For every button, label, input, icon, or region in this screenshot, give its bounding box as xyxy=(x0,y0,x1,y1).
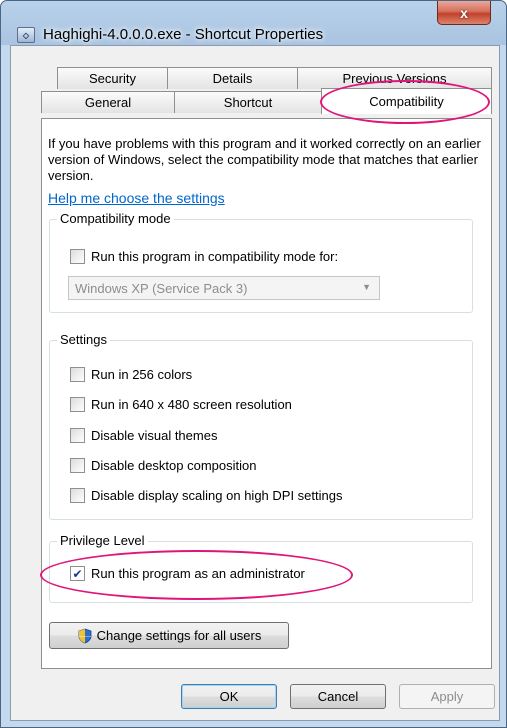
ok-button[interactable]: OK xyxy=(181,684,277,709)
compat-mode-checkbox-row[interactable]: Run this program in compatibility mode f… xyxy=(70,249,338,264)
tab-compatibility[interactable]: Compatibility xyxy=(321,88,492,114)
compat-mode-checkbox[interactable] xyxy=(70,249,85,264)
setting-row[interactable]: Run in 640 x 480 screen resolution xyxy=(70,397,292,412)
setting-row[interactable]: Disable desktop composition xyxy=(70,458,256,473)
window-title: Haghighi-4.0.0.0.exe - Shortcut Properti… xyxy=(43,26,324,43)
admin-checkbox-row[interactable]: ✔ Run this program as an administrator xyxy=(70,566,305,581)
admin-checkbox[interactable]: ✔ xyxy=(70,566,85,581)
setting-label: Disable display scaling on high DPI sett… xyxy=(91,488,343,503)
setting-label: Disable visual themes xyxy=(91,428,218,443)
intro-text: If you have problems with this program a… xyxy=(48,136,481,183)
tab-security[interactable]: Security xyxy=(57,67,168,89)
app-icon: ◇ xyxy=(17,27,35,43)
tab-shortcut[interactable]: Shortcut xyxy=(174,91,322,113)
apply-button[interactable]: Apply xyxy=(399,684,495,709)
setting-row[interactable]: Run in 256 colors xyxy=(70,367,192,382)
cancel-button[interactable]: Cancel xyxy=(290,684,386,709)
check-icon: ✔ xyxy=(72,566,83,581)
setting-checkbox[interactable] xyxy=(70,458,85,473)
settings-label: Settings xyxy=(57,332,110,347)
setting-checkbox[interactable] xyxy=(70,488,85,503)
tab-general[interactable]: General xyxy=(41,91,175,113)
change-all-users-label: Change settings for all users xyxy=(96,628,262,643)
admin-checkbox-label: Run this program as an administrator xyxy=(91,566,305,581)
setting-checkbox[interactable] xyxy=(70,428,85,443)
shield-icon xyxy=(78,628,92,643)
tab-details[interactable]: Details xyxy=(167,67,298,89)
compat-os-select-value: Windows XP (Service Pack 3) xyxy=(75,280,248,296)
setting-checkbox[interactable] xyxy=(70,397,85,412)
compat-mode-checkbox-label: Run this program in compatibility mode f… xyxy=(91,249,339,264)
setting-row[interactable]: Disable display scaling on high DPI sett… xyxy=(70,488,342,503)
dropdown-arrow-icon: ▼ xyxy=(362,282,371,292)
setting-checkbox[interactable] xyxy=(70,367,85,382)
setting-label: Disable desktop composition xyxy=(91,458,257,473)
privilege-label: Privilege Level xyxy=(57,533,148,548)
setting-row[interactable]: Disable visual themes xyxy=(70,428,217,443)
setting-label: Run in 256 colors xyxy=(91,367,193,382)
close-button[interactable]: x xyxy=(437,1,491,25)
compat-os-select[interactable]: Windows XP (Service Pack 3) ▼ xyxy=(68,276,380,300)
change-all-users-button[interactable]: Change settings for all users xyxy=(49,622,289,649)
tab-previous-versions[interactable]: Previous Versions xyxy=(297,67,492,89)
compat-mode-label: Compatibility mode xyxy=(57,211,174,226)
setting-label: Run in 640 x 480 screen resolution xyxy=(91,397,292,412)
close-icon: x xyxy=(460,4,468,21)
help-link[interactable]: Help me choose the settings xyxy=(48,190,225,206)
